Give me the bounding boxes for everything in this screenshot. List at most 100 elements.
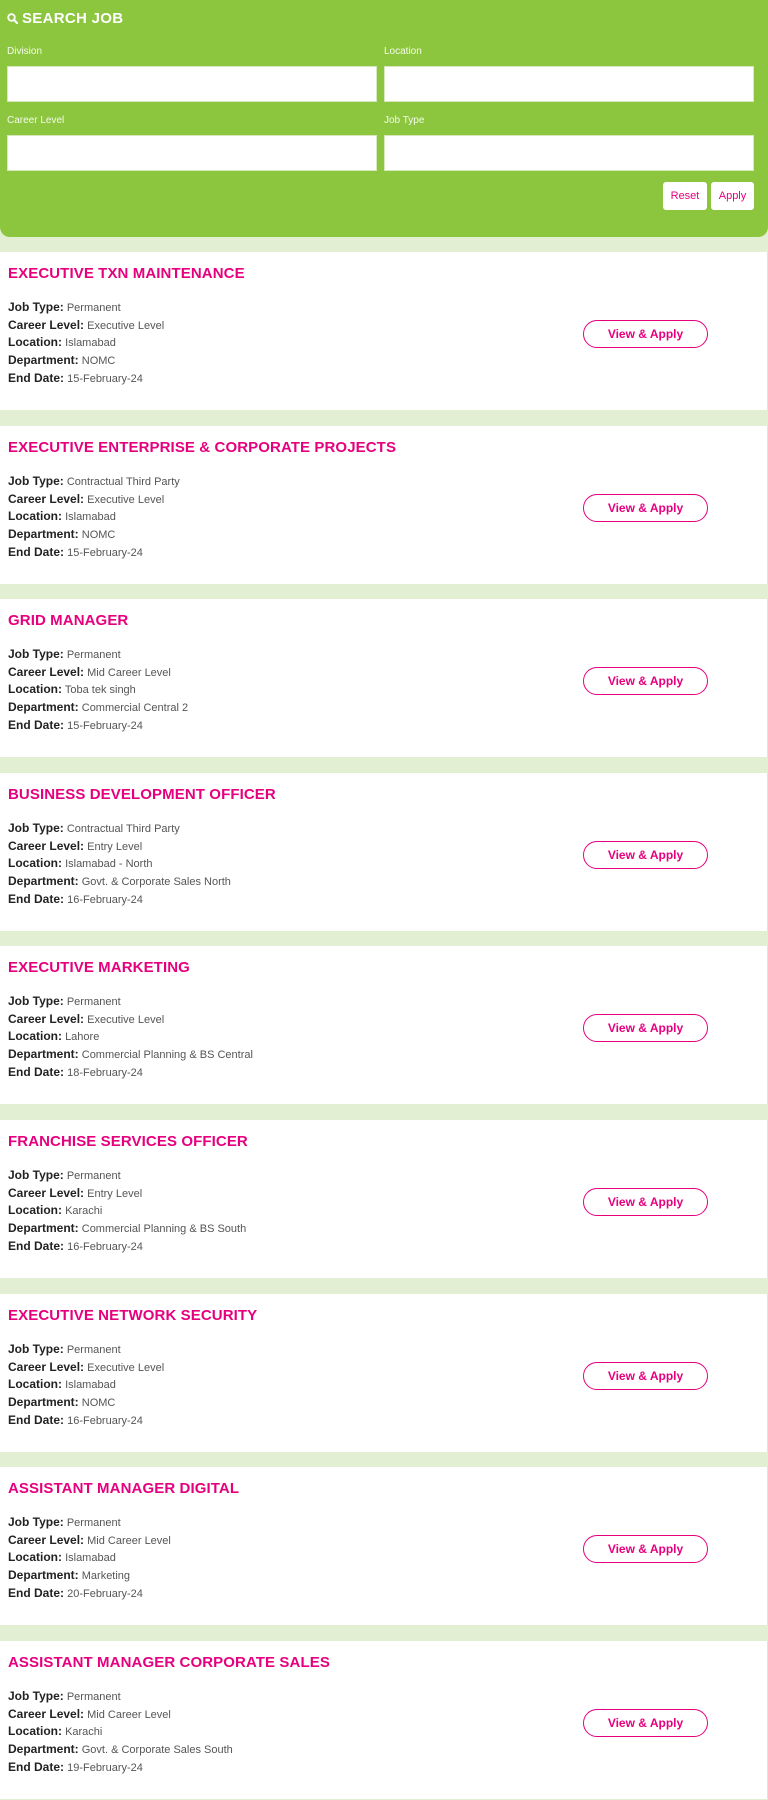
job-title[interactable]: ASSISTANT MANAGER CORPORATE SALES xyxy=(8,1654,330,1671)
job-details: Job Type: Permanent Career Level: Execut… xyxy=(8,299,164,388)
career-level-row: Career Level: Entry Level xyxy=(8,1185,246,1203)
location-label: Location: xyxy=(8,509,62,524)
job-type-value: Contractual Third Party xyxy=(66,476,180,488)
job-type-row: Job Type: Permanent xyxy=(8,1341,164,1359)
career-level-input[interactable] xyxy=(7,135,377,171)
location-label: Location: xyxy=(8,1724,62,1739)
end-date-label: End Date: xyxy=(8,1064,65,1079)
end-date-row: End Date: 15-February-24 xyxy=(8,717,188,735)
career-level-row: Career Level: Executive Level xyxy=(8,1011,253,1029)
location-row: Location: Lahore xyxy=(8,1028,253,1046)
end-date-row: End Date: 16-February-24 xyxy=(8,1412,164,1430)
department-value: Commercial Central 2 xyxy=(81,702,189,715)
job-type-value: Contractual Third Party xyxy=(66,823,180,835)
job-card: EXECUTIVE ENTERPRISE & CORPORATE PROJECT… xyxy=(0,426,768,584)
job-title[interactable]: GRID MANAGER xyxy=(8,612,128,629)
department-label: Department: xyxy=(8,1395,79,1410)
division-input[interactable] xyxy=(7,66,377,102)
job-details: Job Type: Permanent Career Level: Mid Ca… xyxy=(8,1514,171,1603)
location-value: Karachi xyxy=(65,1726,103,1739)
job-title[interactable]: EXECUTIVE NETWORK SECURITY xyxy=(8,1307,257,1324)
department-row: Department: NOMC xyxy=(8,526,180,544)
job-title[interactable]: BUSINESS DEVELOPMENT OFFICER xyxy=(8,786,276,803)
view-apply-button[interactable]: View & Apply xyxy=(583,841,708,869)
job-type-label: Job Type: xyxy=(8,474,64,488)
end-date-label: End Date: xyxy=(8,1759,65,1774)
job-type-row: Job Type: Contractual Third Party xyxy=(8,473,180,491)
location-label: Location: xyxy=(8,335,62,350)
job-card: ASSISTANT MANAGER DIGITAL Job Type: Perm… xyxy=(0,1467,768,1625)
career-level-row: Career Level: Entry Level xyxy=(8,838,231,856)
job-title[interactable]: FRANCHISE SERVICES OFFICER xyxy=(8,1133,248,1150)
view-apply-button[interactable]: View & Apply xyxy=(583,1535,708,1563)
view-apply-button[interactable]: View & Apply xyxy=(583,667,708,695)
end-date-row: End Date: 15-February-24 xyxy=(8,370,164,388)
job-title[interactable]: ASSISTANT MANAGER DIGITAL xyxy=(8,1480,239,1497)
end-date-row: End Date: 15-February-24 xyxy=(8,544,180,562)
department-row: Department: Govt. & Corporate Sales Nort… xyxy=(8,873,231,891)
job-type-value: Permanent xyxy=(66,1344,121,1356)
view-apply-button[interactable]: View & Apply xyxy=(583,1188,708,1216)
apply-button[interactable]: Apply xyxy=(711,182,754,210)
view-apply-button[interactable]: View & Apply xyxy=(583,320,708,348)
department-label: Department: xyxy=(8,700,79,715)
location-value: Islamabad xyxy=(65,1379,116,1392)
division-label: Division xyxy=(7,46,43,57)
location-value: Toba tek singh xyxy=(64,684,136,697)
job-type-label: Job Type: xyxy=(8,1342,64,1356)
job-type-row: Job Type: Permanent xyxy=(8,1688,233,1706)
department-row: Department: Commercial Central 2 xyxy=(8,699,188,717)
job-title[interactable]: EXECUTIVE MARKETING xyxy=(8,959,190,976)
end-date-value: 16-February-24 xyxy=(67,1414,143,1427)
reset-button[interactable]: Reset xyxy=(663,182,707,210)
department-row: Department: Marketing xyxy=(8,1567,171,1585)
department-label: Department: xyxy=(8,874,79,889)
job-type-label: Job Type: xyxy=(8,300,64,314)
location-value: Islamabad - North xyxy=(65,858,153,871)
location-row: Location: Islamabad xyxy=(8,1549,171,1567)
end-date-value: 16-February-24 xyxy=(67,1240,143,1253)
location-row: Location: Islamabad xyxy=(8,334,164,352)
view-apply-button[interactable]: View & Apply xyxy=(583,1014,708,1042)
end-date-row: End Date: 20-February-24 xyxy=(8,1585,171,1603)
job-title[interactable]: EXECUTIVE TXN MAINTENANCE xyxy=(8,265,245,282)
location-input[interactable] xyxy=(384,66,754,102)
job-details: Job Type: Permanent Career Level: Mid Ca… xyxy=(8,646,188,735)
department-value: Marketing xyxy=(81,1570,131,1583)
view-apply-button[interactable]: View & Apply xyxy=(583,1362,708,1390)
job-type-value: Permanent xyxy=(66,996,121,1008)
end-date-label: End Date: xyxy=(8,1585,65,1600)
department-value: NOMC xyxy=(81,529,116,542)
location-label: Location: xyxy=(8,1203,62,1218)
job-type-input[interactable] xyxy=(384,135,754,171)
end-date-label: End Date: xyxy=(8,1412,65,1427)
department-label: Department: xyxy=(8,1047,79,1062)
job-type-value: Permanent xyxy=(66,302,121,314)
job-type-label: Job Type xyxy=(384,115,425,126)
end-date-value: 16-February-24 xyxy=(67,893,143,906)
location-row: Location: Islamabad xyxy=(8,508,180,526)
career-level-row: Career Level: Executive Level xyxy=(8,1359,164,1377)
job-details: Job Type: Permanent Career Level: Execut… xyxy=(8,1341,164,1430)
location-label: Location: xyxy=(8,1377,62,1392)
location-row: Location: Islamabad - North xyxy=(8,855,231,873)
end-date-value: 18-February-24 xyxy=(67,1066,143,1079)
search-title-text: SEARCH JOB xyxy=(22,10,124,27)
career-level-label: Career Level: xyxy=(8,664,85,679)
view-apply-button[interactable]: View & Apply xyxy=(583,494,708,522)
job-card: EXECUTIVE NETWORK SECURITY Job Type: Per… xyxy=(0,1294,768,1452)
career-level-label: Career Level: xyxy=(8,1185,85,1200)
view-apply-button[interactable]: View & Apply xyxy=(583,1709,708,1737)
location-value: Islamabad xyxy=(65,1552,116,1565)
career-level-row: Career Level: Mid Career Level xyxy=(8,1532,171,1550)
career-level-row: Career Level: Executive Level xyxy=(8,317,164,335)
location-label: Location xyxy=(384,46,422,57)
career-level-value: Executive Level xyxy=(87,1361,165,1374)
department-label: Department: xyxy=(8,527,79,542)
department-value: Commercial Planning & BS Central xyxy=(81,1049,253,1062)
location-label: Location: xyxy=(8,682,62,697)
job-title[interactable]: EXECUTIVE ENTERPRISE & CORPORATE PROJECT… xyxy=(8,439,396,456)
job-type-label: Job Type: xyxy=(8,821,64,835)
job-card: GRID MANAGER Job Type: Permanent Career … xyxy=(0,599,768,757)
job-type-row: Job Type: Permanent xyxy=(8,299,164,317)
